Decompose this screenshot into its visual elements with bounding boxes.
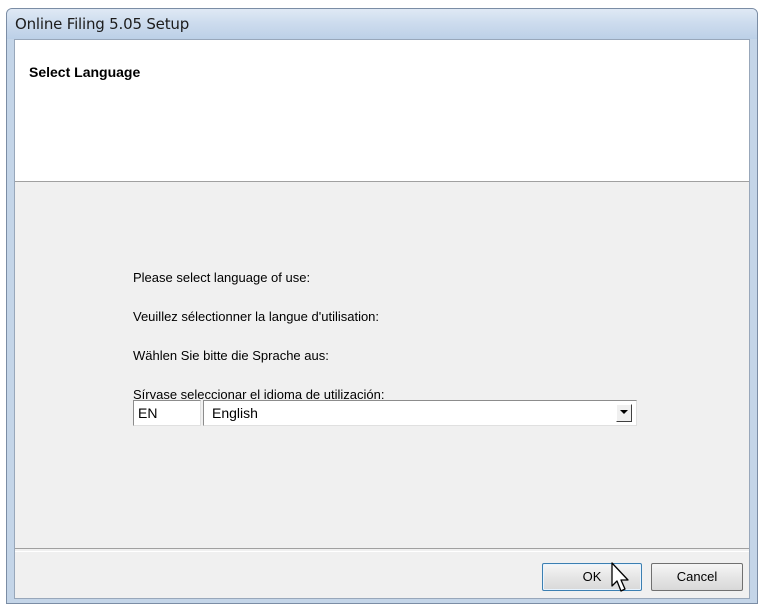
- language-select[interactable]: English: [203, 400, 637, 426]
- prompt-german: Wählen Sie bitte die Sprache aus:: [133, 348, 329, 363]
- cancel-button-label: Cancel: [676, 569, 718, 584]
- window-title: Online Filing 5.05 Setup: [15, 15, 190, 33]
- language-select-value: English: [212, 405, 258, 421]
- title-bar[interactable]: Online Filing 5.05 Setup: [7, 9, 757, 39]
- setup-window: Online Filing 5.05 Setup Select Language…: [6, 8, 758, 604]
- prompt-english: Please select language of use:: [133, 270, 311, 285]
- language-code-field[interactable]: EN: [133, 400, 201, 426]
- footer-divider: [15, 548, 749, 552]
- language-code-value: EN: [138, 405, 158, 421]
- mouse-cursor-icon: [611, 562, 629, 592]
- dropdown-button[interactable]: [616, 404, 632, 422]
- dialog-client-area: Select Language Please select language o…: [14, 39, 750, 599]
- cancel-button[interactable]: Cancel: [651, 563, 743, 591]
- page-title: Select Language: [29, 64, 141, 80]
- header-panel: Select Language: [15, 40, 749, 182]
- prompt-french: Veuillez sélectionner la langue d'utilis…: [133, 309, 380, 324]
- language-selection-panel: Please select language of use: Veuillez …: [15, 182, 749, 548]
- chevron-down-icon: [620, 410, 628, 414]
